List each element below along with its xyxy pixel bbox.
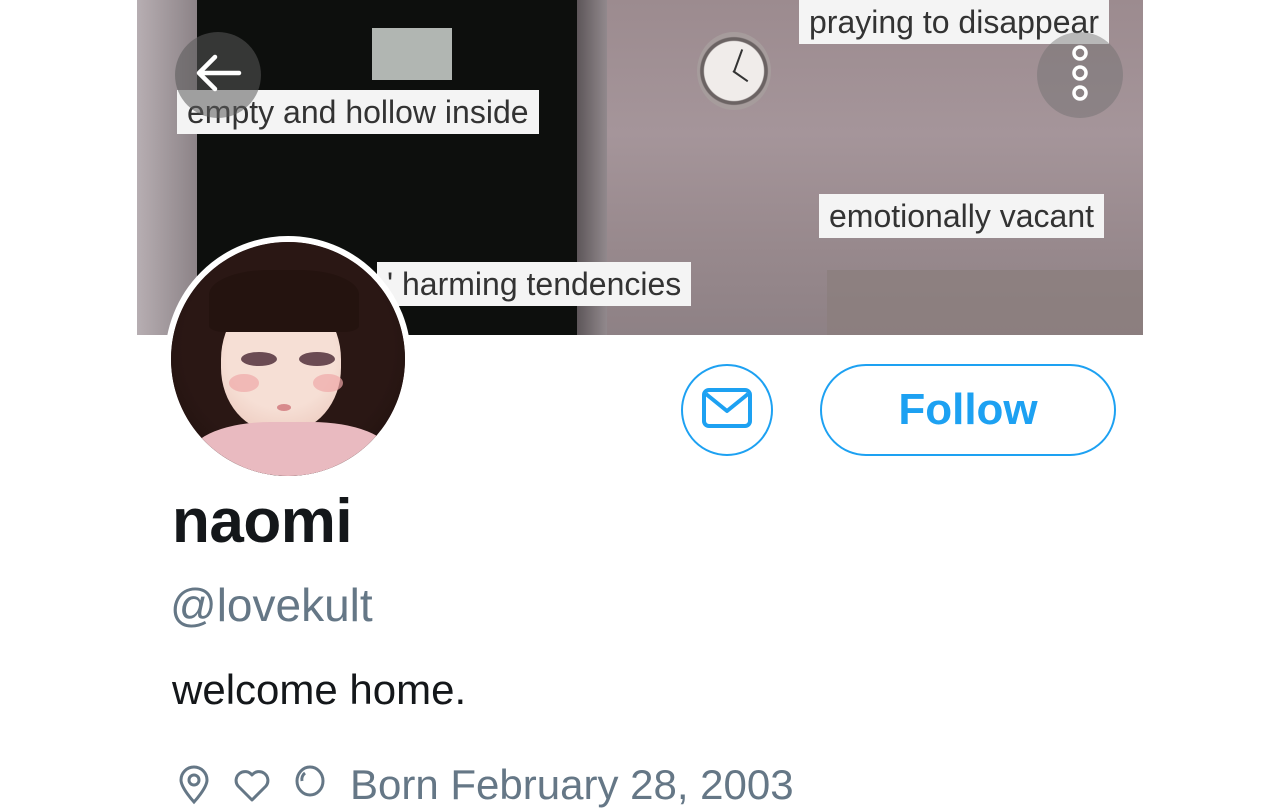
location-pin-icon	[174, 765, 214, 805]
banner-caption: ' harming tendencies	[377, 262, 692, 306]
avatar[interactable]	[165, 236, 411, 482]
heart-icon	[232, 765, 272, 805]
more-options-button[interactable]	[1037, 32, 1123, 118]
user-handle: @lovekult	[170, 579, 373, 631]
follow-button[interactable]: Follow	[820, 364, 1116, 456]
profile-bio: welcome home.	[172, 666, 467, 713]
balloon-icon	[290, 765, 330, 805]
profile-screen: empty and hollow inside praying to disap…	[137, 0, 1143, 808]
wall-clock-image	[697, 32, 771, 110]
envelope-icon	[701, 387, 753, 434]
direct-message-button[interactable]	[681, 364, 773, 456]
display-name: naomi	[172, 487, 353, 556]
vertical-ellipsis-icon	[1070, 43, 1090, 108]
arrow-left-icon	[193, 53, 243, 98]
banner-caption: emotionally vacant	[819, 194, 1105, 238]
birthday-text: Born February 28, 2003	[350, 761, 794, 808]
profile-meta-row: Born February 28, 2003	[174, 760, 794, 810]
back-button[interactable]	[175, 32, 261, 118]
